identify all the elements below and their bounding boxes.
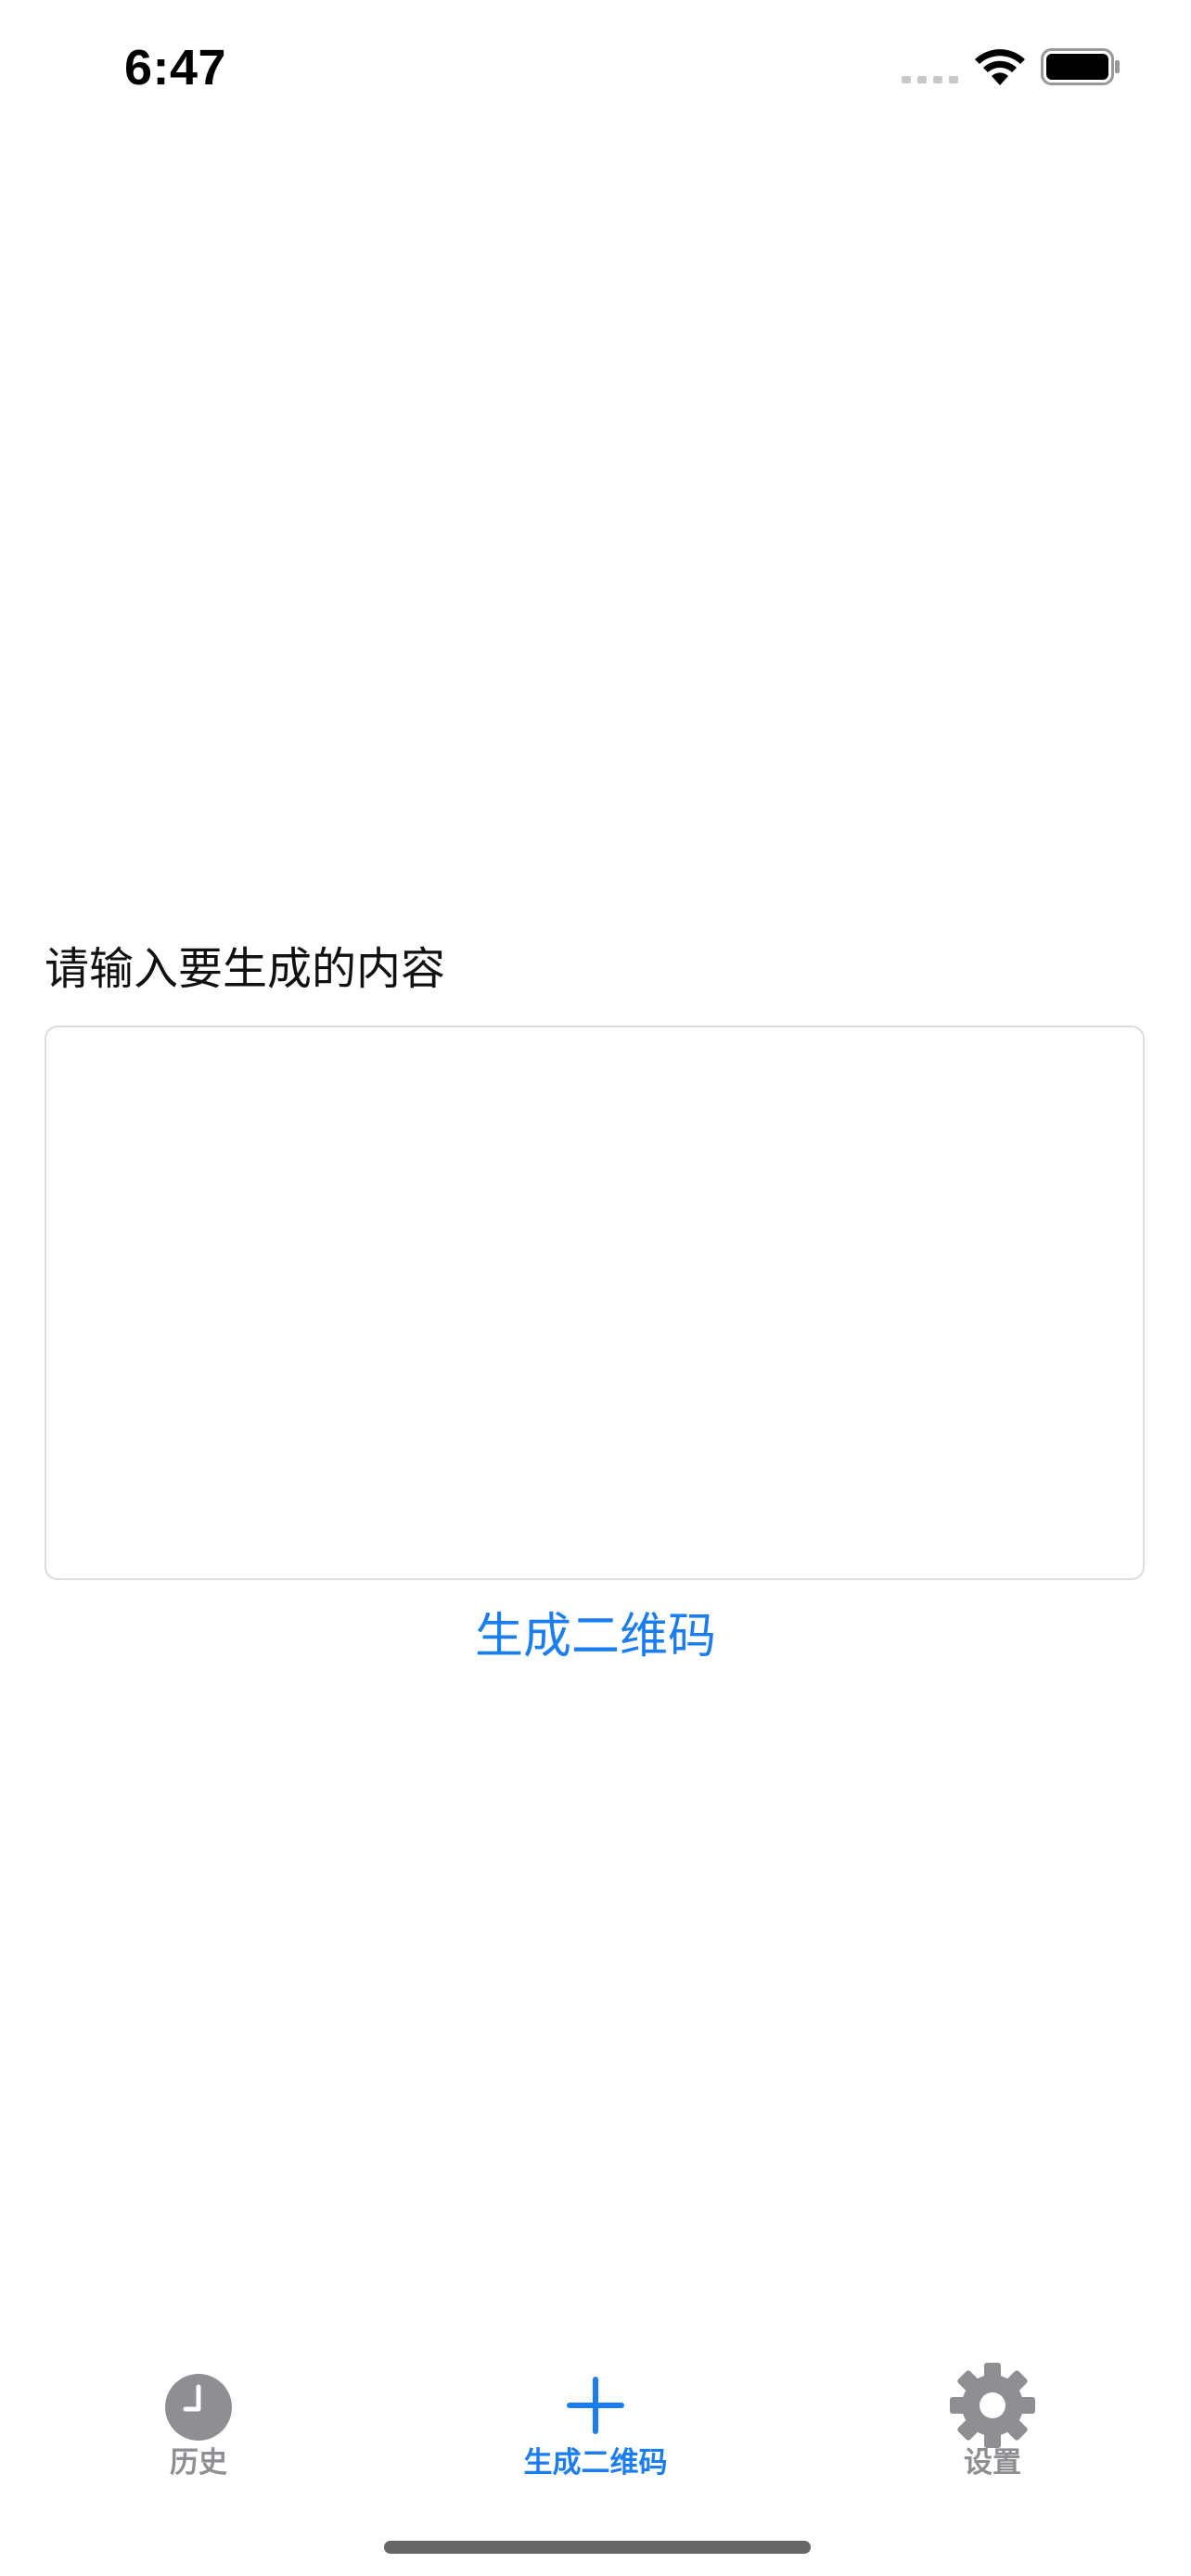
wifi-icon [975,49,1025,85]
input-prompt-label: 请输入要生成的内容 [45,943,446,995]
gear-icon [950,2363,1035,2448]
content-text-input[interactable] [45,1026,1145,1580]
tab-history-label: 历史 [170,2446,227,2480]
tab-generate-qr[interactable]: 生成二维码 [397,2337,794,2485]
tab-generate-qr-label: 生成二维码 [523,2446,668,2480]
battery-icon [1041,48,1120,85]
tab-settings-label: 设置 [964,2446,1021,2480]
cellular-signal-icon [902,76,958,83]
clock-icon [165,2374,232,2441]
generate-qr-button[interactable]: 生成二维码 [0,1600,1191,1671]
status-time: 6:47 [124,40,227,96]
tab-bar: 历史 生成二维码 设置 [0,2337,1191,2485]
tab-settings[interactable]: 设置 [794,2337,1191,2485]
home-indicator [384,2541,811,2554]
tab-history[interactable]: 历史 [0,2337,397,2485]
plus-icon [567,2377,624,2434]
